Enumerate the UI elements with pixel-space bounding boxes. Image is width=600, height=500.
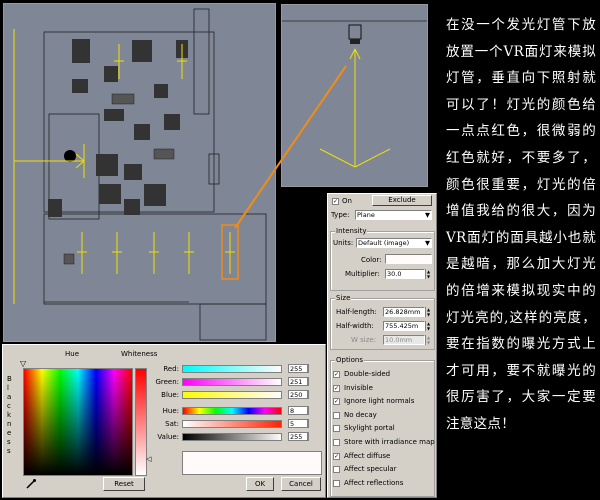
multiplier-spinner[interactable]: ▲ ▼ — [425, 269, 431, 279]
option-checkbox[interactable] — [333, 438, 340, 446]
units-value: Default (image) — [358, 239, 410, 247]
option-checkbox[interactable]: ✓ — [333, 384, 340, 392]
option-label: Ignore light normals — [344, 397, 415, 406]
dropdown-arrow-icon: ▼ — [425, 239, 430, 247]
red-spinner[interactable] — [308, 364, 314, 373]
option-checkbox[interactable]: ✓ — [333, 452, 340, 460]
hue-label: Hue: — [162, 407, 179, 415]
half-length-label: Half-length: — [336, 308, 377, 316]
intensity-title: Intensity — [335, 227, 368, 235]
value-spinner[interactable] — [308, 432, 314, 441]
value-label: Value: — [157, 433, 179, 441]
half-width-field[interactable]: 755.425m — [383, 321, 425, 331]
sat-value[interactable]: 5 — [288, 419, 308, 428]
red-bar[interactable] — [182, 365, 282, 373]
value-value[interactable]: 255 — [288, 432, 308, 441]
units-dropdown[interactable]: Default (image) ▼ — [356, 238, 432, 248]
ok-button[interactable]: OK — [246, 477, 274, 491]
option-checkbox[interactable] — [333, 466, 340, 474]
option-label: Invisible — [344, 383, 373, 392]
hue-arrow-icon[interactable]: ▽ — [20, 359, 26, 368]
w-size-label: W size: — [351, 336, 377, 344]
intensity-group: Intensity Units: Default (image) ▼ Color:… — [330, 227, 435, 291]
option-label: Skylight portal — [344, 424, 395, 433]
color-selector-dialog: Hue Whiteness Blackness ▽ ◁ Reset Red: 2… — [2, 344, 326, 498]
blue-label: Blue: — [161, 391, 179, 399]
exclude-button[interactable]: Exclude — [372, 195, 432, 206]
dropdown-arrow-icon: ▼ — [425, 211, 430, 219]
option-checkbox[interactable] — [333, 411, 340, 419]
type-label: Type: — [331, 211, 350, 219]
sat-label: Sat: — [165, 420, 179, 428]
option-label: Store with irradiance map — [344, 437, 435, 446]
half-length-field[interactable]: 26.828mm — [383, 307, 425, 317]
multiplier-field[interactable]: 30.0 — [385, 269, 425, 279]
size-group: Size Half-length: 26.828mm ▲ ▼ Half-width… — [330, 294, 435, 350]
option-checkbox[interactable] — [333, 479, 340, 487]
color-preview-swatch — [182, 451, 322, 475]
green-spinner[interactable] — [308, 377, 314, 386]
options-title: Options — [335, 356, 365, 364]
green-value[interactable]: 251 — [288, 377, 308, 386]
on-checkbox[interactable]: ✓ — [332, 198, 339, 205]
size-title: Size — [335, 294, 352, 302]
multiplier-label: Multiplier: — [345, 270, 380, 278]
hue-spinner[interactable] — [308, 406, 314, 415]
units-label: Units: — [333, 239, 354, 247]
sat-bar[interactable] — [182, 420, 282, 428]
option-label: Affect reflections — [344, 478, 404, 487]
whiteness-heading: Whiteness — [121, 350, 158, 358]
type-value: Plane — [357, 211, 375, 219]
option-label: No decay — [344, 410, 377, 419]
hue-value[interactable]: 8 — [288, 406, 308, 415]
on-label: On — [342, 197, 352, 205]
blue-spinner[interactable] — [308, 390, 314, 399]
whiteness-arrow-icon[interactable]: ◁ — [146, 455, 151, 463]
half-length-spinner[interactable]: ▲ ▼ — [425, 307, 431, 317]
blackness-heading: Blackness — [7, 375, 12, 455]
w-size-spinner: ▲ ▼ — [425, 335, 431, 345]
half-width-label: Half-width: — [336, 322, 374, 330]
annotation-text: 在没一个发光灯管下放放置一个VR面灯来模拟灯管，垂直向下照射就可以了！灯光的颜色… — [446, 17, 596, 432]
option-label: Double-sided — [344, 370, 391, 378]
cancel-button[interactable]: Cancel — [281, 477, 321, 491]
red-label: Red: — [163, 365, 179, 373]
reset-button[interactable]: Reset — [103, 477, 145, 491]
green-bar[interactable] — [182, 378, 282, 386]
color-label: Color: — [361, 256, 382, 264]
option-checkbox[interactable]: ✓ — [333, 371, 340, 378]
sat-spinner[interactable] — [308, 419, 314, 428]
blue-bar[interactable] — [182, 391, 282, 399]
green-label: Green: — [155, 378, 179, 386]
light-color-swatch[interactable] — [385, 254, 432, 264]
hue-heading: Hue — [65, 350, 80, 358]
light-parameters-panel: ✓ On Exclude Type: Plane ▼ Intensity Unit… — [327, 193, 437, 498]
red-value[interactable]: 255 — [288, 364, 308, 373]
options-group: Options ✓ Double-sided ✓ Invisible ✓ Ignore… — [330, 356, 435, 497]
option-checkbox[interactable]: ✓ — [333, 398, 340, 406]
eyedropper-icon[interactable] — [25, 478, 37, 490]
w-size-field: 10.0mm — [383, 335, 425, 345]
hue-blackness-picker[interactable] — [23, 368, 133, 476]
option-label: Affect diffuse — [344, 451, 391, 460]
value-bar[interactable] — [182, 433, 282, 441]
hue-bar[interactable] — [182, 407, 282, 415]
blue-value[interactable]: 250 — [288, 390, 308, 399]
option-checkbox[interactable] — [333, 425, 340, 433]
option-label: Affect specular — [344, 465, 397, 474]
type-dropdown[interactable]: Plane ▼ — [355, 210, 432, 220]
half-width-spinner[interactable]: ▲ ▼ — [425, 321, 431, 331]
